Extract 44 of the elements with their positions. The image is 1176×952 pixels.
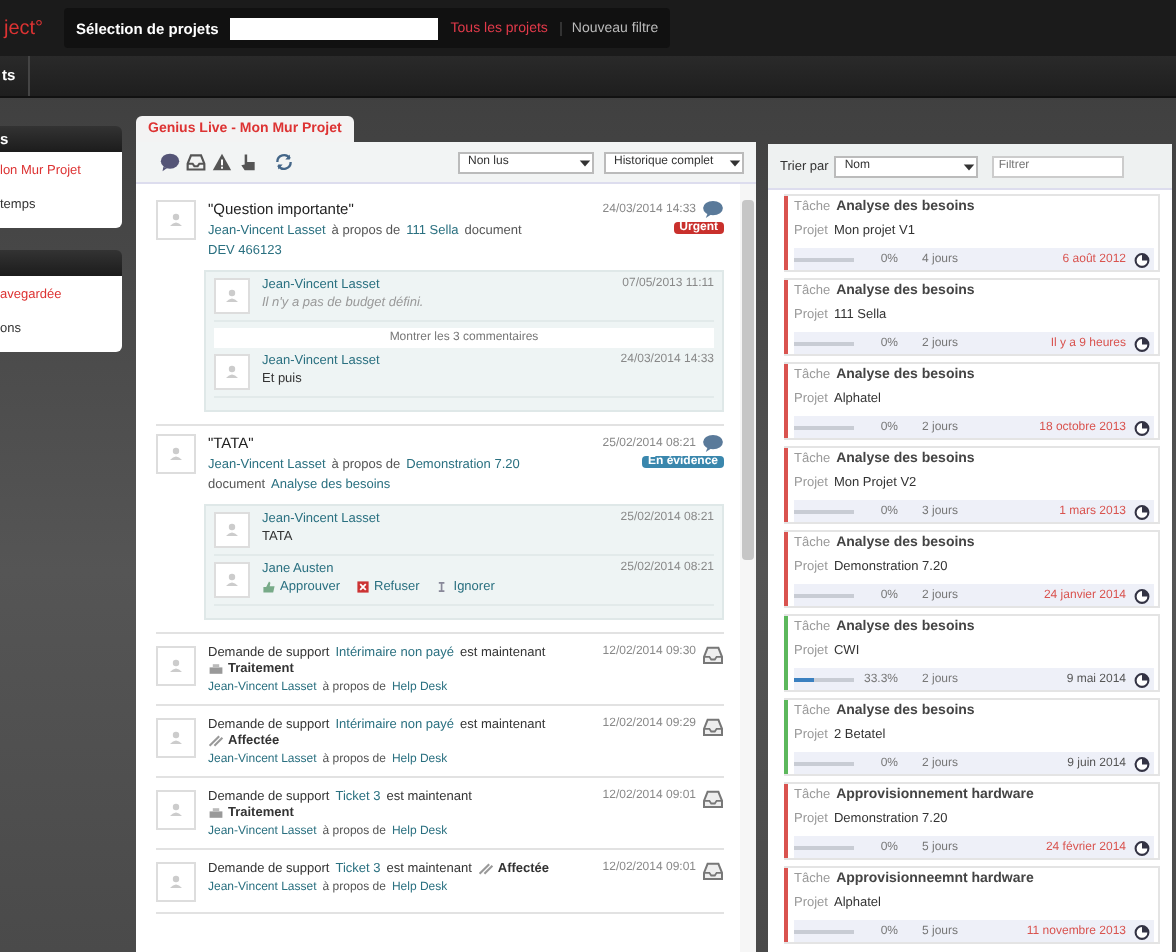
refresh-icon[interactable]: [274, 152, 294, 172]
inbox-icon[interactable]: [186, 152, 206, 172]
avatar-placeholder: [156, 200, 196, 240]
avatar-placeholder: [156, 646, 196, 686]
clock-icon: [1134, 251, 1150, 267]
clock-icon: [1134, 923, 1150, 939]
scrollbar[interactable]: [740, 184, 756, 952]
caret-icon: [728, 155, 742, 169]
clock-icon: [1134, 671, 1150, 687]
clock-icon: [1134, 839, 1150, 855]
avatar-placeholder: [214, 354, 250, 390]
clock-icon: [1134, 335, 1150, 351]
warning-icon[interactable]: [212, 152, 232, 172]
comment-icon: [702, 200, 724, 218]
clock-icon: [1134, 587, 1150, 603]
inbox-icon: [702, 862, 724, 880]
project-input-field[interactable]: [230, 17, 439, 39]
avatar-placeholder: [214, 512, 250, 548]
caret-icon: [962, 159, 977, 173]
clock-icon: [1134, 503, 1150, 519]
inbox-icon: [702, 646, 724, 664]
pen-icon: [208, 734, 224, 748]
avatar-placeholder: [214, 278, 250, 314]
thumbs-up-icon: [262, 580, 276, 594]
i-beam-icon: [435, 580, 450, 594]
inbox-icon: [702, 718, 724, 736]
avatar-placeholder: [156, 862, 196, 902]
logo-text: ject°: [4, 17, 46, 39]
pen-icon: [477, 862, 494, 876]
clock-icon: [1134, 755, 1150, 771]
sidebar-panel-header: [0, 250, 122, 276]
avatar-placeholder: [156, 434, 196, 474]
inbox-icon: [702, 790, 724, 808]
avatar-placeholder: [214, 562, 250, 598]
chat-bubble-icon[interactable]: [160, 152, 180, 172]
comment-icon: [702, 434, 724, 452]
cross-icon: [356, 580, 370, 594]
clock-icon: [1134, 419, 1150, 435]
caret-icon: [578, 155, 592, 169]
tray-icon: [208, 806, 224, 820]
avatar-placeholder: [156, 718, 196, 758]
tray-icon: [208, 662, 224, 676]
avatar-placeholder: [156, 790, 196, 830]
hand-pointer-icon[interactable]: [238, 152, 258, 172]
